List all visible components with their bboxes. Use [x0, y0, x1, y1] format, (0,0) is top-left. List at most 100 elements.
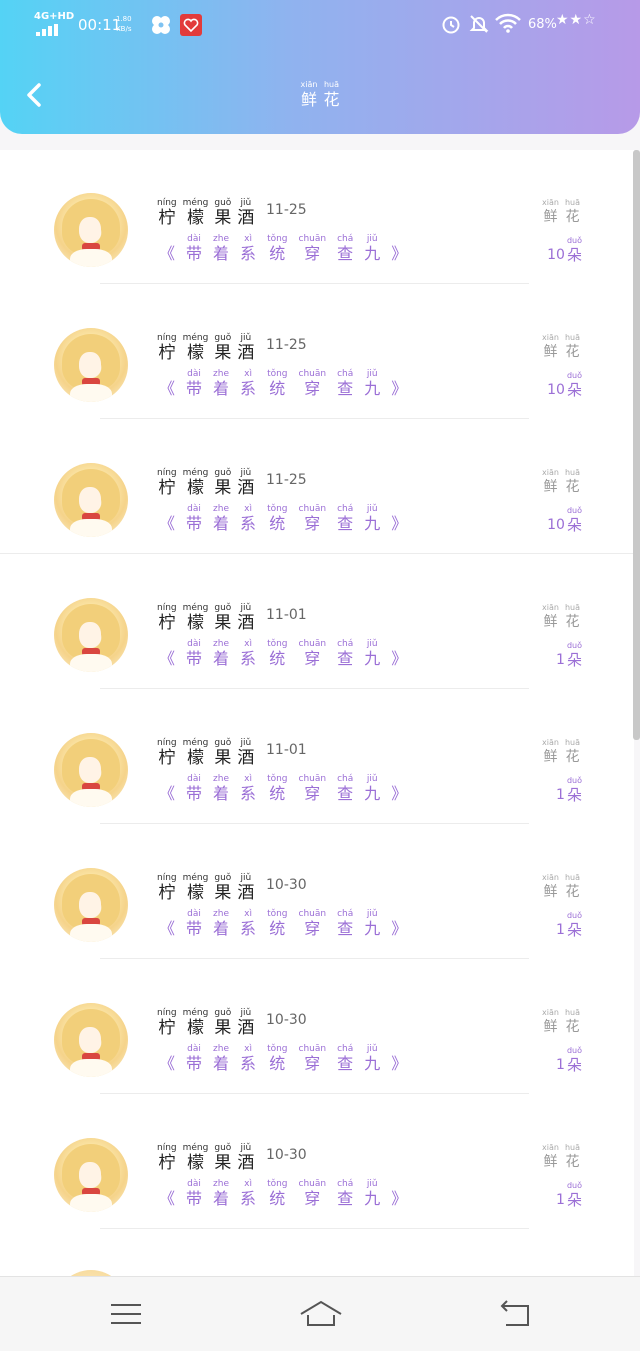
- gift-char: 统: [269, 649, 286, 668]
- gift-char: 统: [269, 919, 286, 938]
- gift-title: 《 dài 带 zhe 着 xì 系 tǒng 统 chuān 穿 chá 查 jiǔ 九》: [159, 1044, 407, 1074]
- name-pinyin: níng: [157, 738, 177, 748]
- gift-pinyin: dài: [187, 234, 201, 244]
- gift-char: 带: [186, 244, 203, 263]
- flower-label: xiān 鲜 huā 花: [542, 603, 580, 631]
- avatar[interactable]: [54, 598, 128, 672]
- avatar[interactable]: [54, 733, 128, 807]
- name-char: 檬: [186, 343, 204, 363]
- gift-char: 穿: [304, 1189, 321, 1208]
- gift-char: 九: [364, 379, 381, 398]
- row-divider: [0, 553, 634, 554]
- back-arrow-icon[interactable]: [496, 1297, 536, 1331]
- gift-pinyin: xì: [244, 639, 252, 649]
- name-pinyin: níng: [157, 1008, 177, 1018]
- name-pinyin: níng: [157, 1143, 177, 1153]
- gift-title: 《 dài 带 zhe 着 xì 系 tǒng 统 chuān 穿 chá 查 jiǔ 九》: [159, 909, 407, 939]
- row-divider: [100, 1228, 529, 1229]
- name-pinyin: jiǔ: [240, 1143, 252, 1153]
- list-item[interactable]: níng 柠 méng 檬 guǒ 果 jiǔ 酒 10-30 《 dài 带 zhe 着 xì 系 tǒn…: [0, 960, 634, 1095]
- list-item[interactable]: níng 柠 méng 檬 guǒ 果 jiǔ 酒 11-25 《 dài 带 zhe 着 xì 系 tǒn…: [0, 150, 634, 285]
- name-pinyin: jiǔ: [240, 603, 252, 613]
- flower-pinyin: huā: [564, 738, 580, 747]
- list-item[interactable]: níng 柠 méng 檬 guǒ 果 jiǔ 酒 11-01 《 dài 带 zhe 着 xì 系 tǒn…: [0, 555, 634, 690]
- name-pinyin: méng: [182, 198, 209, 208]
- avatar[interactable]: [54, 328, 128, 402]
- list-item[interactable]: níng 柠 méng 檬 guǒ 果 jiǔ 酒 10-30 《 dài 带 zhe 着 xì 系 tǒn…: [0, 825, 634, 960]
- unit-char: 朵: [566, 516, 582, 534]
- gift-pinyin: dài: [187, 639, 201, 649]
- scrollbar[interactable]: [633, 150, 640, 740]
- name-pinyin: níng: [157, 468, 177, 478]
- avatar[interactable]: [54, 1138, 128, 1212]
- flower-pinyin: xiān: [542, 603, 559, 612]
- gift-title: 《 dài 带 zhe 着 xì 系 tǒng 统 chuān 穿 chá 查 jiǔ 九》: [159, 774, 407, 804]
- flower-char: 鲜: [543, 1019, 558, 1035]
- name-char: 柠: [158, 208, 176, 228]
- sender-name: níng 柠 méng 檬 guǒ 果 jiǔ 酒: [157, 198, 254, 228]
- gift-char: 着: [213, 379, 230, 398]
- gift-pinyin: chá: [337, 504, 354, 514]
- gift-char: 着: [213, 784, 230, 803]
- name-pinyin: guǒ: [214, 1008, 232, 1018]
- gift-pinyin: chuān: [298, 369, 327, 379]
- menu-icon[interactable]: [106, 1297, 146, 1331]
- flower-count: 10 duǒ 朵: [547, 371, 582, 399]
- unit-pinyin: duǒ: [566, 641, 582, 650]
- gift-char: 九: [364, 649, 381, 668]
- gift-char: 查: [337, 1054, 354, 1073]
- gift-char: 着: [213, 649, 230, 668]
- gift-char: 统: [269, 1054, 286, 1073]
- list-item[interactable]: níng 柠 méng 檬 guǒ 果 jiǔ 酒 10-30 《 dài 带 zhe 着 xì 系 tǒn…: [0, 1095, 634, 1230]
- list-item[interactable]: níng 柠 méng 檬 guǒ 果 jiǔ 酒 11-25 《 dài 带 zhe 着 xì 系 tǒn…: [0, 420, 634, 555]
- unit-pinyin: duǒ: [566, 776, 582, 785]
- flower-count-value: 10: [547, 382, 565, 398]
- gift-pinyin: zhe: [213, 1044, 230, 1054]
- flower-label: xiān 鲜 huā 花: [542, 333, 580, 361]
- status-bar: 4G+HD 00:11 1.80 KB/s 68% ★★☆: [0, 0, 640, 50]
- record-date: 11-25: [266, 337, 307, 353]
- home-icon[interactable]: [298, 1297, 344, 1331]
- flower-char: 花: [565, 344, 580, 360]
- avatar[interactable]: [54, 193, 128, 267]
- name-pinyin: guǒ: [214, 873, 232, 883]
- avatar[interactable]: [54, 463, 128, 537]
- flower-label: xiān 鲜 huā 花: [542, 873, 580, 901]
- gift-pinyin: chuān: [298, 1179, 327, 1189]
- name-pinyin: guǒ: [214, 738, 232, 748]
- avatar[interactable]: [54, 1003, 128, 1077]
- gift-pinyin: chá: [337, 1179, 354, 1189]
- name-char: 柠: [158, 1153, 176, 1173]
- gift-pinyin: chuān: [298, 639, 327, 649]
- flower-count-value: 1: [556, 1057, 565, 1073]
- gift-pinyin: chá: [337, 1044, 354, 1054]
- unit-char: 朵: [566, 1056, 582, 1074]
- flower-char: 花: [565, 1019, 580, 1035]
- name-pinyin: guǒ: [214, 198, 232, 208]
- avatar[interactable]: [54, 868, 128, 942]
- flower-char: 鲜: [543, 749, 558, 765]
- flower-char: 鲜: [543, 1154, 558, 1170]
- gift-char: 查: [337, 649, 354, 668]
- record-date: 10-30: [266, 877, 307, 893]
- gift-bracket-open: 《: [159, 1054, 176, 1073]
- flower-pinyin: huā: [564, 333, 580, 342]
- flower-pinyin: huā: [564, 198, 580, 207]
- gift-pinyin: jiǔ: [366, 504, 378, 514]
- flower-count: 1 duǒ 朵: [556, 641, 582, 669]
- system-nav-bar: [0, 1276, 640, 1351]
- unit-pinyin: duǒ: [566, 1181, 582, 1190]
- flower-pinyin: huā: [564, 1143, 580, 1152]
- name-char: 檬: [186, 1018, 204, 1038]
- list-item[interactable]: níng 柠 méng 檬 guǒ 果 jiǔ 酒 11-01 《 dài 带 zhe 着 xì 系 tǒn…: [0, 690, 634, 825]
- flower-count: 1 duǒ 朵: [556, 1046, 582, 1074]
- record-date: 11-25: [266, 472, 307, 488]
- gift-pinyin: chá: [337, 909, 354, 919]
- name-pinyin: níng: [157, 873, 177, 883]
- list-item[interactable]: níng 柠 méng 檬 guǒ 果 jiǔ 酒 11-25 《 dài 带 zhe 着 xì 系 tǒn…: [0, 285, 634, 420]
- back-button[interactable]: [18, 78, 52, 112]
- gift-pinyin: zhe: [213, 369, 230, 379]
- gift-pinyin: tǒng: [267, 1179, 288, 1189]
- gift-record-list[interactable]: níng 柠 méng 檬 guǒ 果 jiǔ 酒 11-25 《 dài 带 zhe 着 xì 系 tǒn…: [0, 150, 634, 1276]
- gift-char: 系: [240, 514, 257, 533]
